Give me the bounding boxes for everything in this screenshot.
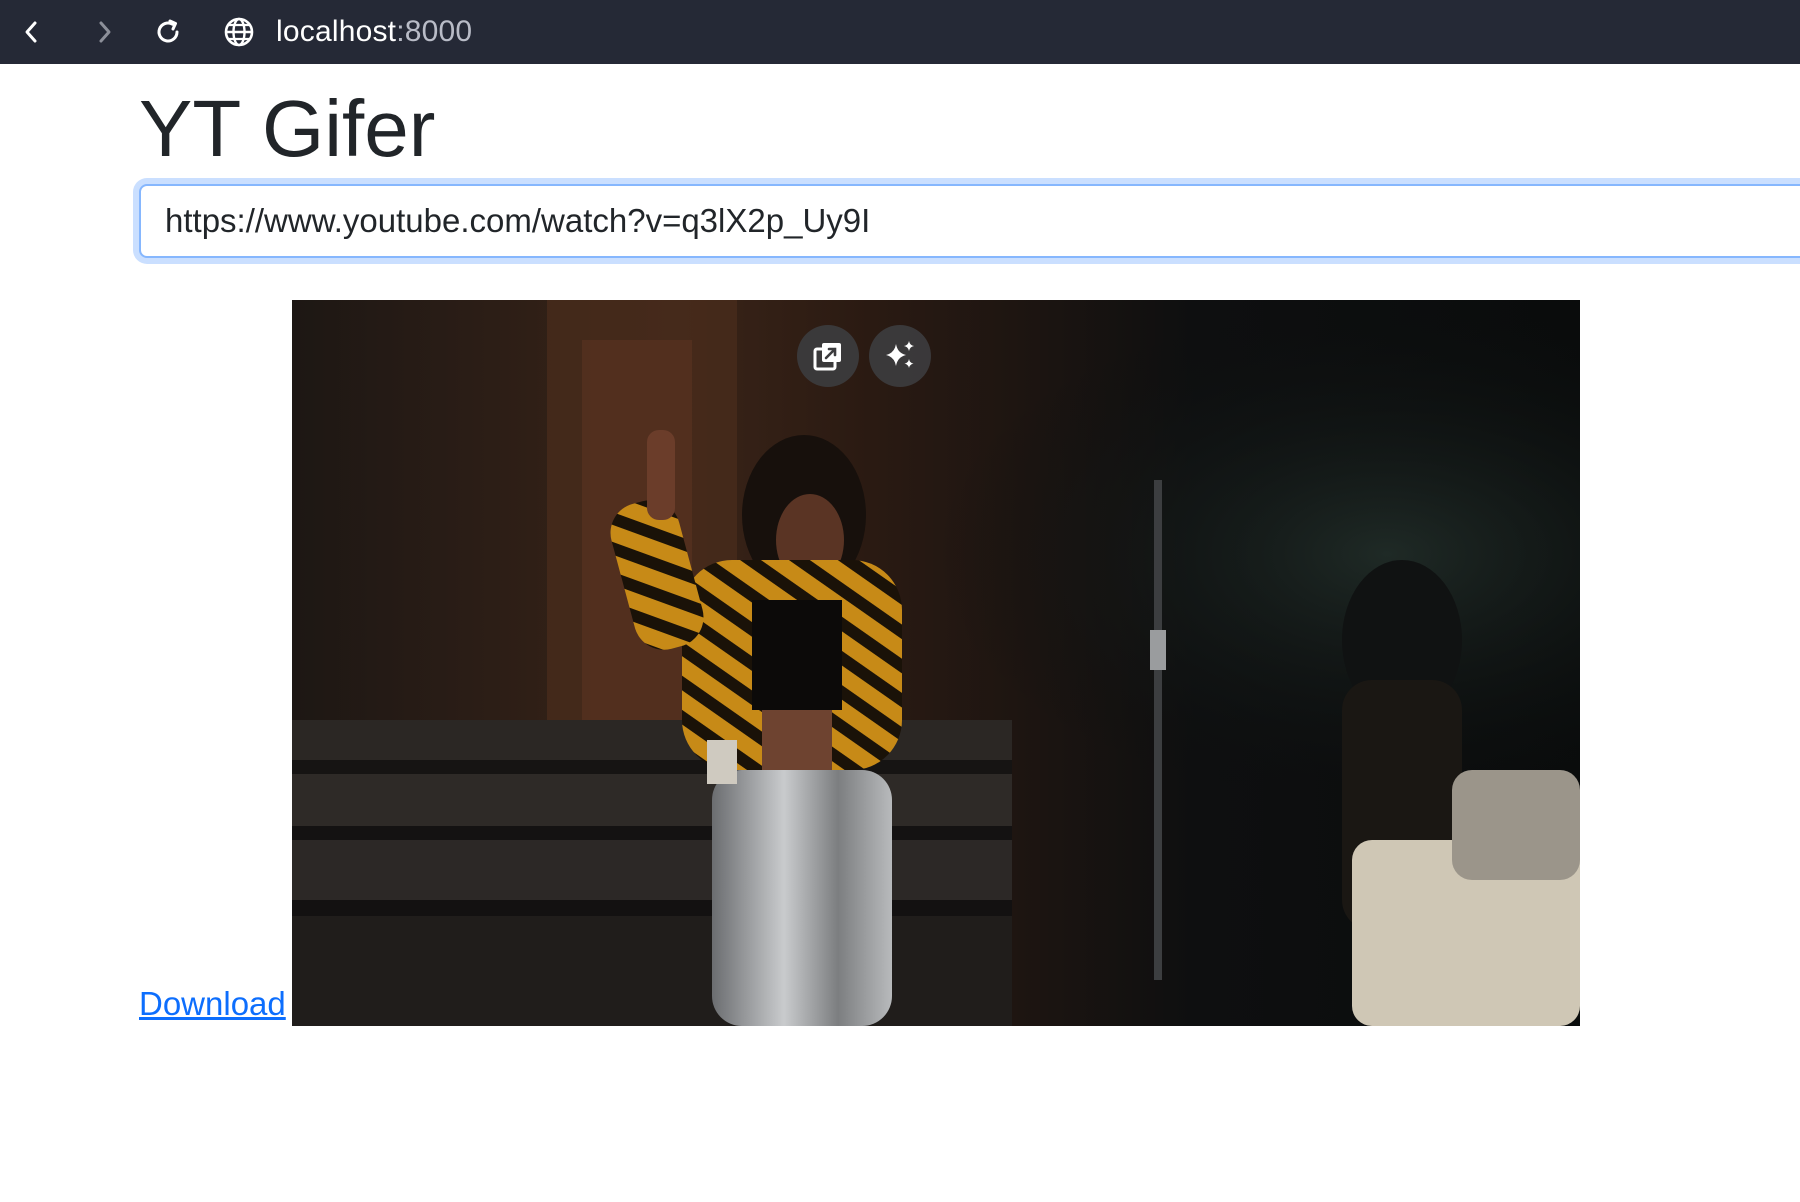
sparkles-icon (886, 341, 914, 368)
address-host: localhost (276, 15, 397, 48)
address-bar[interactable]: localhost:8000 (276, 10, 472, 54)
gif-preview (292, 300, 1580, 1026)
picture-in-picture-icon (813, 343, 841, 371)
youtube-url-input[interactable] (139, 184, 1800, 258)
chevron-left-icon (25, 21, 37, 43)
chevron-right-icon (99, 21, 111, 43)
video-frame (292, 300, 1580, 1026)
reload-icon (157, 19, 179, 43)
page-title: YT Gifer (139, 84, 436, 173)
magic-button[interactable] (869, 325, 931, 387)
back-button[interactable] (14, 12, 50, 52)
browser-toolbar: localhost:8000 (0, 0, 1800, 64)
page-content: YT Gifer https://www.youtube.com/watch?v… (0, 72, 1800, 1202)
globe-icon (224, 17, 254, 47)
reload-button[interactable] (150, 12, 186, 52)
pip-button[interactable] (797, 325, 859, 387)
address-port: :8000 (396, 15, 473, 48)
download-link[interactable]: Download (139, 985, 286, 1023)
forward-button[interactable] (86, 12, 122, 52)
